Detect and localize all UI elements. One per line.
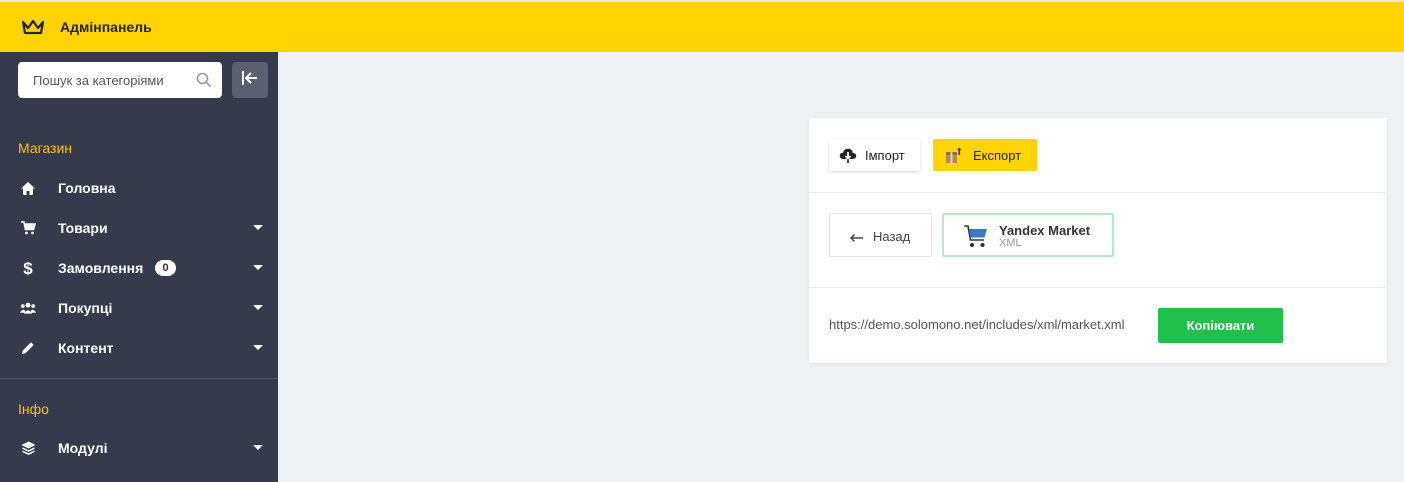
sidebar-collapse-button[interactable] [232, 62, 268, 98]
crown-icon[interactable] [22, 17, 46, 37]
layers-icon [20, 440, 36, 456]
tab-export[interactable]: Експорт [933, 139, 1037, 171]
section-label-shop: Магазин [18, 140, 73, 156]
sidebar-item-label: Товари [58, 220, 108, 236]
sidebar-item-label: Замовлення [58, 260, 144, 276]
yandex-market-format[interactable]: Yandex Market XML [942, 213, 1114, 257]
search-icon[interactable] [196, 72, 212, 88]
chevron-down-icon [253, 225, 263, 230]
export-card: Імпорт Експорт Назад Yandex Market XML h… [809, 118, 1387, 363]
svg-text:$: $ [23, 259, 33, 277]
arrow-left-icon [849, 230, 864, 243]
sidebar-item-home[interactable]: Головна [0, 168, 278, 208]
sidebar-item-modules[interactable]: Модулі [0, 428, 278, 468]
copy-button[interactable]: Копіювати [1158, 308, 1283, 343]
category-search-input[interactable] [18, 72, 188, 88]
tab-export-label: Експорт [973, 147, 1022, 163]
sidebar-item-label: Головна [58, 180, 116, 196]
sidebar-item-label: Модулі [58, 440, 108, 456]
sidebar-item-customers[interactable]: Покупці [0, 288, 278, 328]
format-title: Yandex Market [999, 223, 1091, 238]
cart-icon [20, 220, 36, 236]
pencil-icon [20, 340, 36, 356]
format-subtitle: XML [999, 237, 1022, 249]
collapse-left-icon [241, 70, 259, 91]
sidebar: Магазин Головна Товари $ Замовлення 0 По… [0, 52, 278, 482]
chevron-down-icon [253, 265, 263, 270]
card-divider [809, 287, 1387, 288]
sidebar-divider [0, 378, 278, 379]
shopping-cart-icon [963, 223, 989, 249]
sidebar-item-label: Контент [58, 340, 114, 356]
sidebar-item-content[interactable]: Контент [0, 328, 278, 368]
sidebar-item-products[interactable]: Товари [0, 208, 278, 248]
chevron-down-icon [253, 445, 263, 450]
home-icon [20, 180, 36, 196]
back-button[interactable]: Назад [829, 213, 932, 257]
users-icon [20, 300, 36, 316]
section-label-info: Інфо [18, 401, 49, 417]
cloud-download-icon [839, 146, 857, 164]
orders-count-badge: 0 [155, 260, 176, 276]
app-title[interactable]: Адмінпанель [60, 19, 152, 35]
dollar-icon: $ [20, 259, 36, 277]
back-button-label: Назад [873, 229, 911, 244]
box-icon [943, 146, 962, 164]
sidebar-item-orders[interactable]: $ Замовлення 0 [0, 248, 278, 288]
card-divider [809, 192, 1387, 193]
tab-import[interactable]: Імпорт [829, 139, 920, 171]
chevron-down-icon [253, 305, 263, 310]
export-url[interactable]: https://demo.solomono.net/includes/xml/m… [829, 317, 1125, 332]
top-bar: Адмінпанель [0, 0, 1404, 52]
chevron-down-icon [253, 345, 263, 350]
tab-import-label: Імпорт [865, 147, 905, 163]
category-search [18, 62, 222, 98]
sidebar-item-label: Покупці [58, 300, 113, 316]
